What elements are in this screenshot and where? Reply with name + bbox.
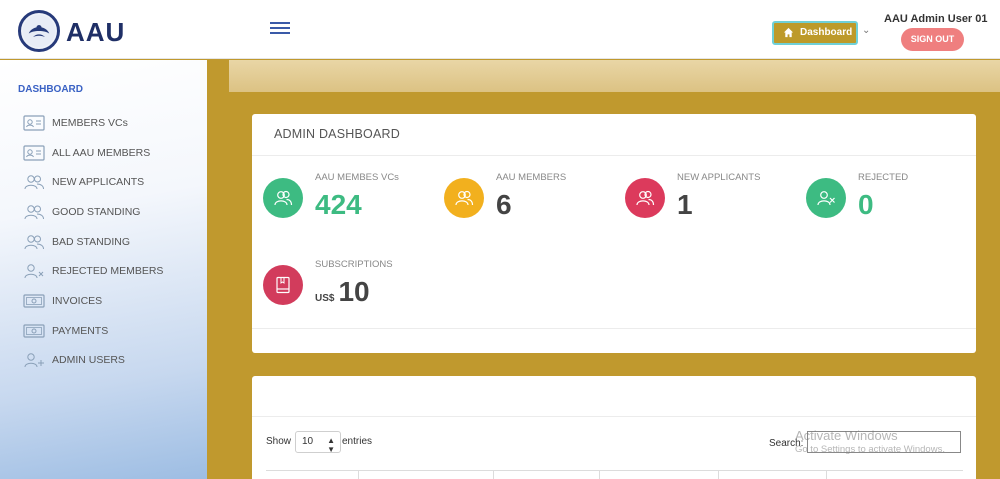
- divider: [252, 328, 976, 329]
- menu-toggle-icon[interactable]: [270, 22, 290, 36]
- table-column-divider: [826, 470, 827, 479]
- users-icon: [263, 178, 303, 218]
- stat-label: REJECTED: [858, 172, 909, 183]
- users-icon: [22, 203, 46, 221]
- sidebar-item-admin-users[interactable]: ADMIN USERS: [22, 346, 163, 376]
- user-name: AAU Admin User 01: [884, 13, 988, 25]
- table-header-border: [266, 470, 963, 471]
- sidebar-item-label: REJECTED MEMBERS: [52, 265, 164, 278]
- dashboard-button-label: Dashboard: [800, 27, 853, 38]
- sidebar-item-invoices[interactable]: INVOICES: [22, 286, 163, 316]
- divider: [252, 155, 976, 156]
- sidebar-item-members-vcs[interactable]: MEMBERS VCs: [22, 108, 163, 138]
- stat-value: 424: [315, 189, 362, 220]
- user-x-icon: [22, 262, 46, 280]
- stat-value: 0: [858, 189, 874, 220]
- divider: [252, 416, 976, 417]
- entries-select[interactable]: 10 ▲ ▼: [295, 431, 341, 454]
- stat-label: NEW APPLICANTS: [677, 172, 761, 183]
- stat-value: US$ 10: [315, 276, 370, 308]
- sidebar-item-label: GOOD STANDING: [52, 205, 141, 218]
- top-header: AAU Dashboard ⌄ AAU Admin User 01 SIGN O…: [0, 0, 1000, 59]
- sidebar-item-label: BAD STANDING: [52, 235, 130, 248]
- show-label: Show: [266, 436, 292, 447]
- search-label: Search:: [769, 438, 804, 449]
- home-icon: [783, 27, 794, 38]
- users-icon: [22, 233, 46, 251]
- admin-dashboard-card: ADMIN DASHBOARD AAU MEMBES VCs 424 AAU M…: [252, 114, 976, 353]
- chevron-down-icon[interactable]: ⌄: [862, 25, 870, 36]
- sidebar-heading[interactable]: DASHBOARD: [18, 84, 83, 95]
- table-column-divider: [718, 470, 719, 479]
- table-column-divider: [358, 470, 359, 479]
- book-icon: [263, 265, 303, 305]
- sign-out-button[interactable]: SIGN OUT: [901, 28, 964, 51]
- sidebar-item-label: PAYMENTS: [52, 324, 109, 337]
- sidebar-item-label: NEW APPLICANTS: [52, 176, 145, 189]
- entries-label: entries: [342, 436, 373, 447]
- dashboard-button[interactable]: Dashboard: [772, 21, 858, 45]
- card-title: ADMIN DASHBOARD: [274, 127, 400, 141]
- entries-value: 10: [302, 436, 314, 447]
- stat-label: AAU MEMBERS: [496, 172, 567, 183]
- sidebar-item-rejected-members[interactable]: REJECTED MEMBERS: [22, 256, 163, 286]
- table-column-divider: [599, 470, 600, 479]
- table-column-divider: [493, 470, 494, 479]
- sort-arrows-icon: ▲ ▼: [327, 436, 335, 454]
- sidebar-item-good-standing[interactable]: GOOD STANDING: [22, 197, 163, 227]
- stat-label: AAU MEMBES VCs: [315, 172, 399, 183]
- search-input[interactable]: [807, 431, 961, 453]
- stat-number: 10: [338, 276, 370, 307]
- currency-label: US$: [315, 293, 335, 304]
- sidebar-item-bad-standing[interactable]: BAD STANDING: [22, 227, 163, 257]
- sidebar-item-label: ADMIN USERS: [52, 354, 125, 367]
- id-card-icon: [22, 114, 46, 132]
- sidebar-item-new-applicants[interactable]: NEW APPLICANTS: [22, 167, 163, 197]
- aau-logo[interactable]: [18, 10, 60, 52]
- brand-name: AAU: [66, 17, 126, 47]
- money-icon: [22, 292, 46, 310]
- stat-label: SUBSCRIPTIONS: [315, 259, 393, 270]
- users-icon: [625, 178, 665, 218]
- stat-value: 1: [677, 189, 693, 220]
- sidebar-item-payments[interactable]: PAYMENTS: [22, 316, 163, 346]
- stat-value: 6: [496, 189, 512, 220]
- user-plus-icon: [22, 351, 46, 369]
- sidebar-item-label: INVOICES: [52, 294, 103, 307]
- sidebar-item-all-aau-members[interactable]: ALL AAU MEMBERS: [22, 138, 163, 168]
- users-icon: [22, 173, 46, 191]
- user-x-icon: [806, 178, 846, 218]
- sidebar-menu: MEMBERS VCs ALL AAU MEMBERS NEW APPLICAN…: [22, 108, 163, 375]
- money-icon: [22, 322, 46, 340]
- sidebar: DASHBOARD MEMBERS VCs ALL AAU MEMBERS NE…: [0, 60, 207, 479]
- page-banner: [229, 60, 1000, 92]
- sidebar-item-label: MEMBERS VCs: [52, 116, 128, 129]
- table-card: Show 10 ▲ ▼ entries Search:: [252, 376, 976, 479]
- users-icon: [444, 178, 484, 218]
- sidebar-item-label: ALL AAU MEMBERS: [52, 146, 151, 159]
- id-card-icon: [22, 144, 46, 162]
